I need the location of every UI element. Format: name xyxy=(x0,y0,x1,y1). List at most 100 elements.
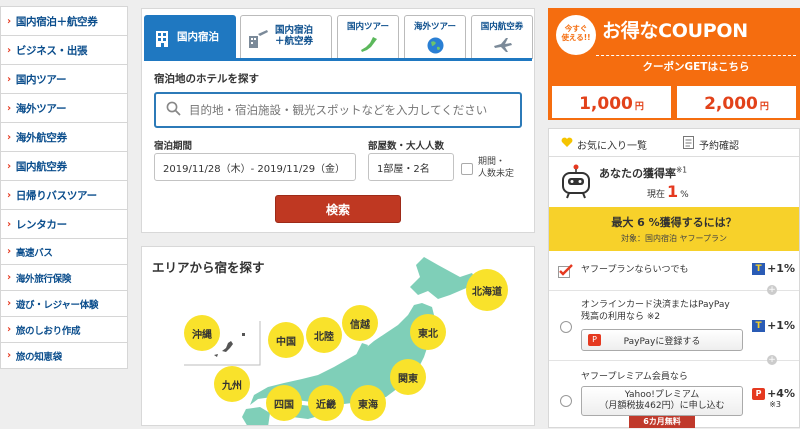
sidebar-item[interactable]: › 海外ツアー xyxy=(1,94,127,123)
sidebar-item[interactable]: › 日帰りバスツアー xyxy=(1,181,127,210)
sidebar-item[interactable]: › 海外旅行保険 xyxy=(1,265,127,291)
document-icon xyxy=(683,136,694,152)
search-icon xyxy=(166,101,181,120)
earning-row-bonus: T +1% xyxy=(752,319,795,332)
airplane-icon xyxy=(493,37,513,56)
sidebar-item-label: 海外旅行保険 xyxy=(15,273,72,285)
earning-rate-label: あなたの獲得率※1 xyxy=(599,165,688,180)
favorites-link[interactable]: お気に入り一覧 xyxy=(577,137,647,152)
sidebar-item-label: 国内ツアー xyxy=(15,73,67,86)
chevron-right-icon: › xyxy=(7,15,11,27)
hotel-search-panel: 国内宿泊 国内宿泊 ＋航空券 国内ツアー 海外ツアー 国内航空券 宿泊地のホテル… xyxy=(141,8,535,233)
earning-row-note: ※3 xyxy=(769,400,781,409)
search-button[interactable]: 検索 xyxy=(275,195,401,223)
region-badge[interactable]: 東海 xyxy=(350,385,386,421)
paypay-icon: P xyxy=(588,334,601,346)
sidebar-item[interactable]: › レンタカー xyxy=(1,210,127,239)
tab-domestic-flight[interactable]: 国内航空券 xyxy=(471,15,533,59)
hotel-icon xyxy=(153,28,173,51)
hotel-search-label: 宿泊地のホテルを探す xyxy=(154,73,259,85)
chevron-right-icon: › xyxy=(7,44,11,56)
earning-row-text: ヤフープレミアム会員なら xyxy=(581,372,688,382)
region-badge[interactable]: 北海道 xyxy=(466,269,508,311)
points-panel: お気に入り一覧 予約確認 あなたの獲得率※1 現在 1% 最大 6 %獲得するには… xyxy=(548,128,800,428)
region-badge[interactable]: 信越 xyxy=(342,305,378,341)
sidebar-item[interactable]: › 国内宿泊＋航空券 xyxy=(1,7,127,36)
premium-radio[interactable] xyxy=(560,395,572,407)
chevron-right-icon: › xyxy=(7,246,11,257)
sidebar-item[interactable]: › 旅の知恵袋 xyxy=(1,343,127,369)
undecided-checkbox[interactable] xyxy=(461,163,473,175)
sidebar-item-label: 旅の知恵袋 xyxy=(15,351,62,363)
tab-label: 国内宿泊 xyxy=(177,31,219,43)
sidebar-item[interactable]: › 遊び・レジャー体験 xyxy=(1,291,127,317)
sidebar-item-label: 旅のしおり作成 xyxy=(15,325,81,337)
undecided-label: 期間・ 人数未定 xyxy=(478,157,515,179)
chevron-right-icon: › xyxy=(7,160,11,172)
earning-row-bonus: P +4% ※3 xyxy=(752,387,795,409)
tab-domestic-hotel[interactable]: 国内宿泊 xyxy=(144,15,236,59)
coupon-get-link[interactable]: クーポンGETはこちら xyxy=(596,55,796,74)
region-badge[interactable]: 関東 xyxy=(390,359,426,395)
tab-domestic-tour[interactable]: 国内ツアー xyxy=(337,15,399,59)
t-point-icon: T xyxy=(752,319,766,332)
destination-search-box[interactable] xyxy=(154,92,522,128)
tab-overseas-tour[interactable]: 海外ツアー xyxy=(404,15,466,59)
region-badge[interactable]: 九州 xyxy=(214,366,250,402)
earning-row-text: ヤフープランならいつでも xyxy=(581,265,689,275)
service-sidebar: › 国内宿泊＋航空券 › ビジネス・出張 › 国内ツアー › 海外ツアー › 海外航空券 › 国内航空… xyxy=(0,6,128,369)
sidebar-item[interactable]: › ビジネス・出張 xyxy=(1,36,127,65)
tab-label: 国内航空券 xyxy=(480,22,524,32)
payment-radio[interactable] xyxy=(560,321,572,333)
destination-search-input[interactable] xyxy=(189,103,519,117)
region-badge[interactable]: 四国 xyxy=(266,385,302,421)
sidebar-item[interactable]: › 国内航空券 xyxy=(1,152,127,181)
sidebar-item-label: 海外航空券 xyxy=(15,131,67,144)
earning-row-text: オンラインカード決済またはPayPay 残高の利用なら ※2 xyxy=(581,300,730,323)
tab-label: 海外ツアー xyxy=(414,22,456,32)
chevron-right-icon: › xyxy=(7,350,11,361)
globe-icon xyxy=(427,37,444,57)
chevron-right-icon: › xyxy=(7,131,11,143)
chevron-right-icon: › xyxy=(7,189,11,201)
sidebar-item[interactable]: › 高速バス xyxy=(1,239,127,265)
sidebar-item[interactable]: › 旅のしおり作成 xyxy=(1,317,127,343)
reservations-link[interactable]: 予約確認 xyxy=(699,137,739,152)
japan-map-icon xyxy=(359,36,379,57)
earning-row-payment: オンラインカード決済またはPayPay 残高の利用なら ※2 T +1% P Pa… xyxy=(549,291,799,365)
chevron-right-icon: › xyxy=(7,324,11,335)
coupon-title: お得なCOUPON xyxy=(602,20,748,42)
region-badge[interactable]: 近畿 xyxy=(308,385,344,421)
stay-period-field[interactable]: 2019/11/28（木）- 2019/11/29（金） xyxy=(154,153,356,181)
region-badge[interactable]: 北陸 xyxy=(306,317,342,353)
rooms-guests-field[interactable]: 1部屋・2名 xyxy=(368,153,454,181)
coupon-amount-1000: 1,000 円 xyxy=(552,86,671,118)
rooms-guests-label: 部屋数・大人人数 xyxy=(368,141,445,152)
earning-row-bonus: T +1% xyxy=(752,262,795,275)
tab-hotel-plus-flight[interactable]: 国内宿泊 ＋航空券 xyxy=(240,15,332,59)
paypay-register-button[interactable]: P PayPayに登録する xyxy=(581,329,743,351)
sidebar-item[interactable]: › 国内ツアー xyxy=(1,65,127,94)
hotel-plane-icon xyxy=(247,28,269,53)
free-ribbon: 6カ月無料 xyxy=(629,416,695,428)
mascot-icon xyxy=(559,163,593,203)
earning-rate: あなたの獲得率※1 現在 1% xyxy=(549,157,799,207)
region-badge[interactable]: 東北 xyxy=(410,314,446,350)
sidebar-item-label: レンタカー xyxy=(15,218,67,231)
coupon-banner[interactable]: 今すぐ 使える!! お得なCOUPON クーポンGETはこちら 1,000 円 2… xyxy=(548,8,800,120)
tab-label: 国内宿泊 ＋航空券 xyxy=(275,25,314,48)
earning-row-yahoo-plan: ヤフープランならいつでも T +1% + xyxy=(549,251,799,295)
sidebar-item-label: 日帰りバスツアー xyxy=(15,189,97,202)
region-badge[interactable]: 中国 xyxy=(268,322,304,358)
chevron-right-icon: › xyxy=(7,218,11,230)
max-earning-target: 対象：国内宿泊 ヤフープラン xyxy=(620,234,728,243)
sidebar-item[interactable]: › 海外航空券 xyxy=(1,123,127,152)
coupon-now-badge: 今すぐ 使える!! xyxy=(556,15,596,55)
yahoo-premium-button[interactable]: Yahoo!プレミアム （月額税抜462円）に申し込む xyxy=(581,386,743,416)
region-badge[interactable]: 沖縄 xyxy=(184,315,220,351)
chevron-right-icon: › xyxy=(7,298,11,309)
heart-icon xyxy=(561,137,573,151)
max-earning-title: 最大 6 %獲得するには？ xyxy=(611,216,737,229)
paypay-icon: P xyxy=(752,387,766,400)
chevron-right-icon: › xyxy=(7,73,11,85)
